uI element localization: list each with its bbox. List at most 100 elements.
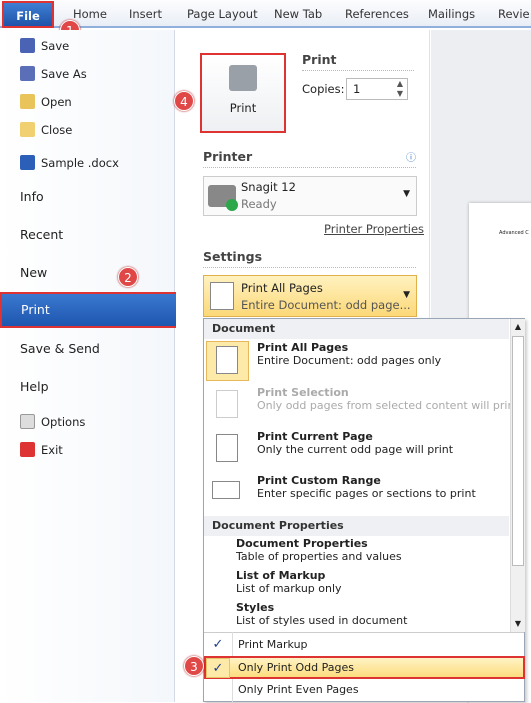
nav-open[interactable]: Open — [20, 94, 72, 109]
nav-recent[interactable]: Recent — [20, 227, 63, 242]
option-sub: Only odd pages from selected content wil… — [257, 399, 519, 412]
nav-save-send[interactable]: Save & Send — [20, 341, 100, 356]
ready-check-icon — [226, 199, 238, 211]
nav-label: Sample .docx — [41, 155, 119, 170]
print-button[interactable]: Print — [200, 53, 286, 133]
tab-home[interactable]: Home — [73, 7, 107, 21]
chevron-down-icon: ▼ — [403, 189, 410, 199]
option-styles[interactable]: Styles List of styles used in document — [236, 601, 407, 627]
check-icon: ✓ — [206, 658, 230, 678]
option-print-all-pages[interactable]: Print All Pages Entire Document: odd page… — [257, 341, 441, 367]
nav-print[interactable]: Print — [0, 292, 178, 328]
section-document-properties: Document Properties — [204, 516, 509, 536]
printer-status: Ready — [241, 197, 277, 211]
nav-save[interactable]: Save — [20, 38, 69, 53]
copies-value: 1 — [353, 82, 361, 96]
nav-info[interactable]: Info — [20, 189, 44, 204]
option-list-of-markup[interactable]: List of Markup List of markup only — [236, 569, 342, 595]
all-pages-icon — [210, 282, 234, 310]
option-title: Print All Pages — [257, 341, 349, 354]
nav-exit[interactable]: Exit — [20, 442, 63, 457]
option-document-properties[interactable]: Document Properties Table of properties a… — [236, 537, 402, 563]
option-title: Document Properties — [236, 537, 368, 550]
nav-options[interactable]: Options — [20, 414, 85, 429]
print-range-select[interactable]: Print All Pages Entire Document: odd pag… — [203, 275, 417, 317]
tab-references[interactable]: References — [345, 7, 409, 21]
tab-new-tab[interactable]: New Tab — [274, 7, 322, 21]
options-icon — [20, 414, 35, 429]
open-folder-icon — [20, 94, 35, 109]
copies-spinner[interactable]: 1 ▲ ▼ — [346, 78, 408, 100]
check-icon: ✓ — [212, 637, 224, 652]
section-document: Document — [204, 319, 509, 339]
print-button-label: Print — [229, 101, 257, 115]
preview-heading: Advanced C — [499, 230, 529, 236]
option-sub: Enter specific pages or sections to prin… — [257, 487, 476, 500]
scroll-up-icon[interactable]: ▲ — [511, 319, 525, 335]
nav-label: Save As — [41, 66, 87, 81]
option-title: Print Current Page — [257, 430, 373, 443]
nav-close[interactable]: Close — [20, 122, 72, 137]
close-folder-icon — [20, 122, 35, 137]
tab-review[interactable]: Revie — [498, 7, 530, 21]
toggle-only-print-even-pages[interactable]: Only Print Even Pages — [238, 683, 359, 696]
all-pages-icon — [216, 346, 238, 374]
spinner-arrows-icon[interactable]: ▲ ▼ — [397, 79, 403, 99]
divider — [204, 632, 524, 633]
option-sub: Table of properties and values — [236, 550, 402, 563]
nav-new[interactable]: New — [20, 265, 47, 280]
nav-label: Save — [41, 38, 70, 53]
tab-page-layout[interactable]: Page Layout — [187, 7, 258, 21]
print-range-dropdown: Document Print All Pages Entire Document:… — [203, 318, 525, 702]
nav-label: Exit — [41, 442, 63, 457]
option-print-selection[interactable]: Print Selection Only odd pages from selec… — [257, 386, 519, 412]
option-sub: Only the current odd page will print — [257, 443, 454, 456]
scroll-thumb[interactable] — [512, 336, 524, 566]
printer-icon — [229, 65, 257, 91]
option-title: Styles — [236, 601, 275, 614]
printer-name: Snagit 12 — [241, 180, 296, 194]
option-print-current-page[interactable]: Print Current Page Only the current odd p… — [257, 430, 453, 456]
custom-range-icon — [212, 481, 240, 499]
option-sub: List of markup only — [236, 582, 342, 595]
option-title: List of Markup — [236, 569, 326, 582]
option-title: Print Custom Range — [257, 474, 381, 487]
option-sub: Entire Document: odd pages only — [257, 354, 442, 367]
tab-insert[interactable]: Insert — [129, 7, 162, 21]
tab-file[interactable]: File — [2, 1, 54, 28]
ribbon-tabs: File Home Insert Page Layout New Tab Ref… — [0, 0, 531, 28]
printer-heading: Printer — [203, 149, 416, 168]
current-page-icon — [216, 434, 238, 462]
nav-label: Options — [41, 414, 86, 429]
save-as-icon — [20, 66, 35, 81]
nav-help[interactable]: Help — [20, 379, 49, 394]
selected-title: Print All Pages — [241, 281, 323, 295]
backstage-nav: Save Save As Open Close Sample .docx Inf… — [0, 30, 175, 702]
option-title: Print Selection — [257, 386, 349, 399]
step-badge-2: 2 — [118, 267, 138, 287]
settings-heading: Settings — [203, 249, 416, 268]
toggle-odd-label: Only Print Odd Pages — [238, 661, 354, 674]
step-badge-3: 3 — [184, 656, 204, 676]
scroll-down-icon[interactable]: ▼ — [511, 616, 525, 632]
selected-sub: Entire Document: odd page... — [241, 298, 411, 312]
toggle-print-markup[interactable]: Print Markup — [238, 638, 308, 651]
chevron-down-icon: ▼ — [403, 290, 410, 300]
copies-label: Copies: — [302, 82, 345, 96]
option-print-custom-range[interactable]: Print Custom Range Enter specific pages o… — [257, 474, 476, 500]
info-icon[interactable]: ⓘ — [406, 149, 416, 164]
option-sub: List of styles used in document — [236, 614, 408, 627]
printer-properties-link[interactable]: Printer Properties — [324, 222, 424, 236]
printer-select[interactable]: Snagit 12 Ready ▼ — [203, 176, 417, 216]
word-doc-icon — [20, 155, 35, 170]
save-icon — [20, 38, 35, 53]
step-badge-4: 4 — [174, 91, 194, 111]
scrollbar[interactable]: ▲ ▼ — [510, 319, 525, 632]
nav-save-as[interactable]: Save As — [20, 66, 87, 81]
nav-label: Open — [41, 94, 72, 109]
exit-icon — [20, 442, 35, 457]
tab-mailings[interactable]: Mailings — [428, 7, 475, 21]
nav-recent-doc[interactable]: Sample .docx — [20, 155, 119, 170]
nav-label: Close — [41, 122, 73, 137]
print-heading: Print — [302, 52, 414, 71]
